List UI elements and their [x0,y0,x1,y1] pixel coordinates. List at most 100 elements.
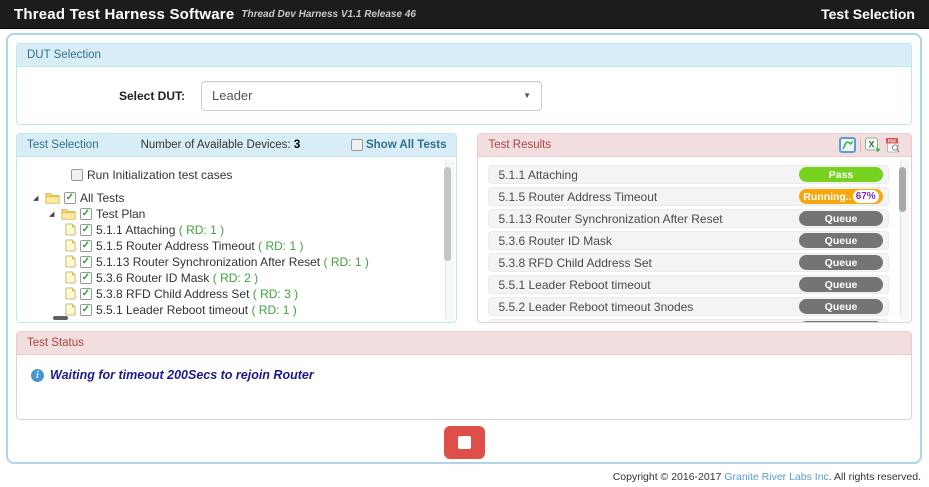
icon-divider [860,138,861,152]
result-test-name: 5.5.1 Leader Reboot timeout [498,278,650,292]
status-badge: Queue [799,321,883,322]
tree-item[interactable]: 5.5.1 Leader Reboot timeout ( RD: 1 ) [65,302,438,317]
tree-item[interactable]: 5.1.13 Router Synchronization After Rese… [65,254,438,269]
result-row[interactable]: 5.3.8 RFD Child Address Set Queue [488,253,889,272]
tree-item-checkbox[interactable] [80,240,92,252]
file-icon [65,255,76,268]
test-tree: Run Initialization test cases ◢ All Test… [17,157,456,322]
status-badge: Running..67% [799,189,883,204]
test-status-title: Test Status [27,337,84,349]
pdf-export-icon[interactable]: PDF [885,137,901,153]
svg-text:X: X [868,140,874,150]
tree-node-label: Test Plan [96,207,145,221]
test-results-list: 5.1.1 Attaching Pass 5.1.5 Router Addres… [478,157,911,322]
result-test-name: 5.3.6 Router ID Mask [498,234,611,248]
dut-selection-title: DUT Selection [27,49,101,61]
info-icon: i [31,369,44,382]
file-icon [65,239,76,252]
dut-selected-value: Leader [212,88,252,103]
progress-percent: 67% [853,190,879,203]
tree-item[interactable]: 5.1.1 Attaching ( RD: 1 ) [65,222,438,237]
file-icon [65,223,76,236]
show-all-tests-checkbox[interactable] [351,139,363,151]
result-row[interactable]: 5.1.1 Attaching Pass [488,165,889,184]
available-devices-count: 3 [294,139,300,151]
tree-scrollbar-thumb[interactable] [444,167,451,261]
tree-node-checkbox[interactable] [64,192,76,204]
tree-item-label: 5.5.1 Leader Reboot timeout ( RD: 1 ) [96,303,297,317]
status-badge: Queue [799,277,883,292]
file-icon [65,271,76,284]
results-scrollbar-thumb[interactable] [899,167,906,212]
tree-item-checkbox[interactable] [80,272,92,284]
tree-node-label: All Tests [80,191,124,205]
tree-scrollbar-track[interactable] [445,159,454,320]
tree-node-checkbox[interactable] [80,208,92,220]
tree-item[interactable]: 5.3.8 RFD Child Address Set ( RD: 3 ) [65,286,438,301]
result-row[interactable]: 5.5.1 Leader Reboot timeout Queue [488,275,889,294]
tree-item-label: 5.1.1 Attaching ( RD: 1 ) [96,223,224,237]
copyright-prefix: Copyright © 2016-2017 [613,471,725,483]
result-row[interactable]: 5.1.13 Router Synchronization After Rese… [488,209,889,228]
result-row[interactable]: Queue [488,319,889,322]
test-selection-panel: Test Selection Number of Available Devic… [16,133,457,323]
test-results-header: Test Results X PDF [478,134,911,157]
tree-item[interactable]: 5.1.5 Router Address Timeout ( RD: 1 ) [65,238,438,253]
tree-item-rd-count: ( RD: 1 ) [323,255,368,269]
available-devices-text: Number of Available Devices: 3 [141,139,301,151]
run-init-checkbox[interactable] [71,169,83,181]
main-container: DUT Selection Select DUT: Leader ▼ Test … [6,33,922,464]
svg-text:PDF: PDF [888,138,897,143]
folder-icon [61,208,76,220]
tree-item-label: 5.1.13 Router Synchronization After Rese… [96,255,369,269]
tree-item-checkbox[interactable] [80,304,92,316]
expand-arrow-icon[interactable]: ◢ [33,194,41,202]
tree-item-label: 5.3.6 Router ID Mask ( RD: 2 ) [96,271,258,285]
result-row[interactable]: 5.1.5 Router Address Timeout Running..67… [488,187,889,206]
tree-item-rd-count: ( RD: 3 ) [253,287,298,301]
status-badge: Queue [799,255,883,270]
current-page-title: Test Selection [821,6,915,22]
status-message: Waiting for timeout 200Secs to rejoin Ro… [50,368,314,382]
tree-item-rd-count: ( RD: 1 ) [251,303,296,317]
chart-icon[interactable] [839,137,856,153]
result-row[interactable]: 5.3.6 Router ID Mask Queue [488,231,889,250]
tree-horizontal-scrollbar-thumb[interactable] [53,316,68,320]
dut-selection-body: Select DUT: Leader ▼ [17,67,911,124]
result-test-name: 5.1.5 Router Address Timeout [498,190,657,204]
test-results-panel: Test Results X PDF 5.1.1 Attaching [477,133,912,323]
select-dut-label: Select DUT: [95,89,185,103]
tree-item-checkbox[interactable] [80,288,92,300]
tree-item-checkbox[interactable] [80,224,92,236]
file-icon [65,303,76,316]
copyright-footer: Copyright © 2016-2017 Granite River Labs… [613,471,921,483]
test-status-body: i Waiting for timeout 200Secs to rejoin … [17,355,911,419]
stop-icon [458,436,471,449]
test-status-panel: Test Status i Waiting for timeout 200Sec… [16,331,912,420]
tree-item[interactable]: 5.3.6 Router ID Mask ( RD: 2 ) [65,270,438,285]
result-test-name: 5.5.2 Leader Reboot timeout 3nodes [498,300,693,314]
tree-leaves: 5.1.1 Attaching ( RD: 1 ) 5.1.5 Router A… [25,222,438,317]
test-results-title: Test Results [488,139,551,151]
run-init-control[interactable]: Run Initialization test cases [71,167,438,182]
status-badge: Queue [799,299,883,314]
show-all-tests-control[interactable]: Show All Tests [351,139,447,151]
tree-item-rd-count: ( RD: 1 ) [258,239,303,253]
result-test-name: 5.1.13 Router Synchronization After Rese… [498,212,722,226]
status-badge: Pass [799,167,883,182]
tree-item-checkbox[interactable] [80,256,92,268]
company-link[interactable]: Granite River Labs Inc [724,471,828,483]
tree-node-all-tests[interactable]: ◢ All Tests [33,190,438,205]
dut-selection-header: DUT Selection [17,44,911,67]
result-row[interactable]: 5.5.2 Leader Reboot timeout 3nodes Queue [488,297,889,316]
expand-arrow-icon[interactable]: ◢ [49,210,57,218]
stop-button[interactable] [444,426,485,459]
results-scrollbar-track[interactable] [900,159,909,320]
dut-select-dropdown[interactable]: Leader ▼ [201,81,542,111]
tree-node-test-plan[interactable]: ◢ Test Plan [49,206,438,221]
dut-selection-panel: DUT Selection Select DUT: Leader ▼ [16,43,912,125]
folder-icon [45,192,60,204]
excel-export-icon[interactable]: X [865,137,881,153]
test-selection-header: Test Selection Number of Available Devic… [17,134,456,157]
tree-item-rd-count: ( RD: 2 ) [213,271,258,285]
